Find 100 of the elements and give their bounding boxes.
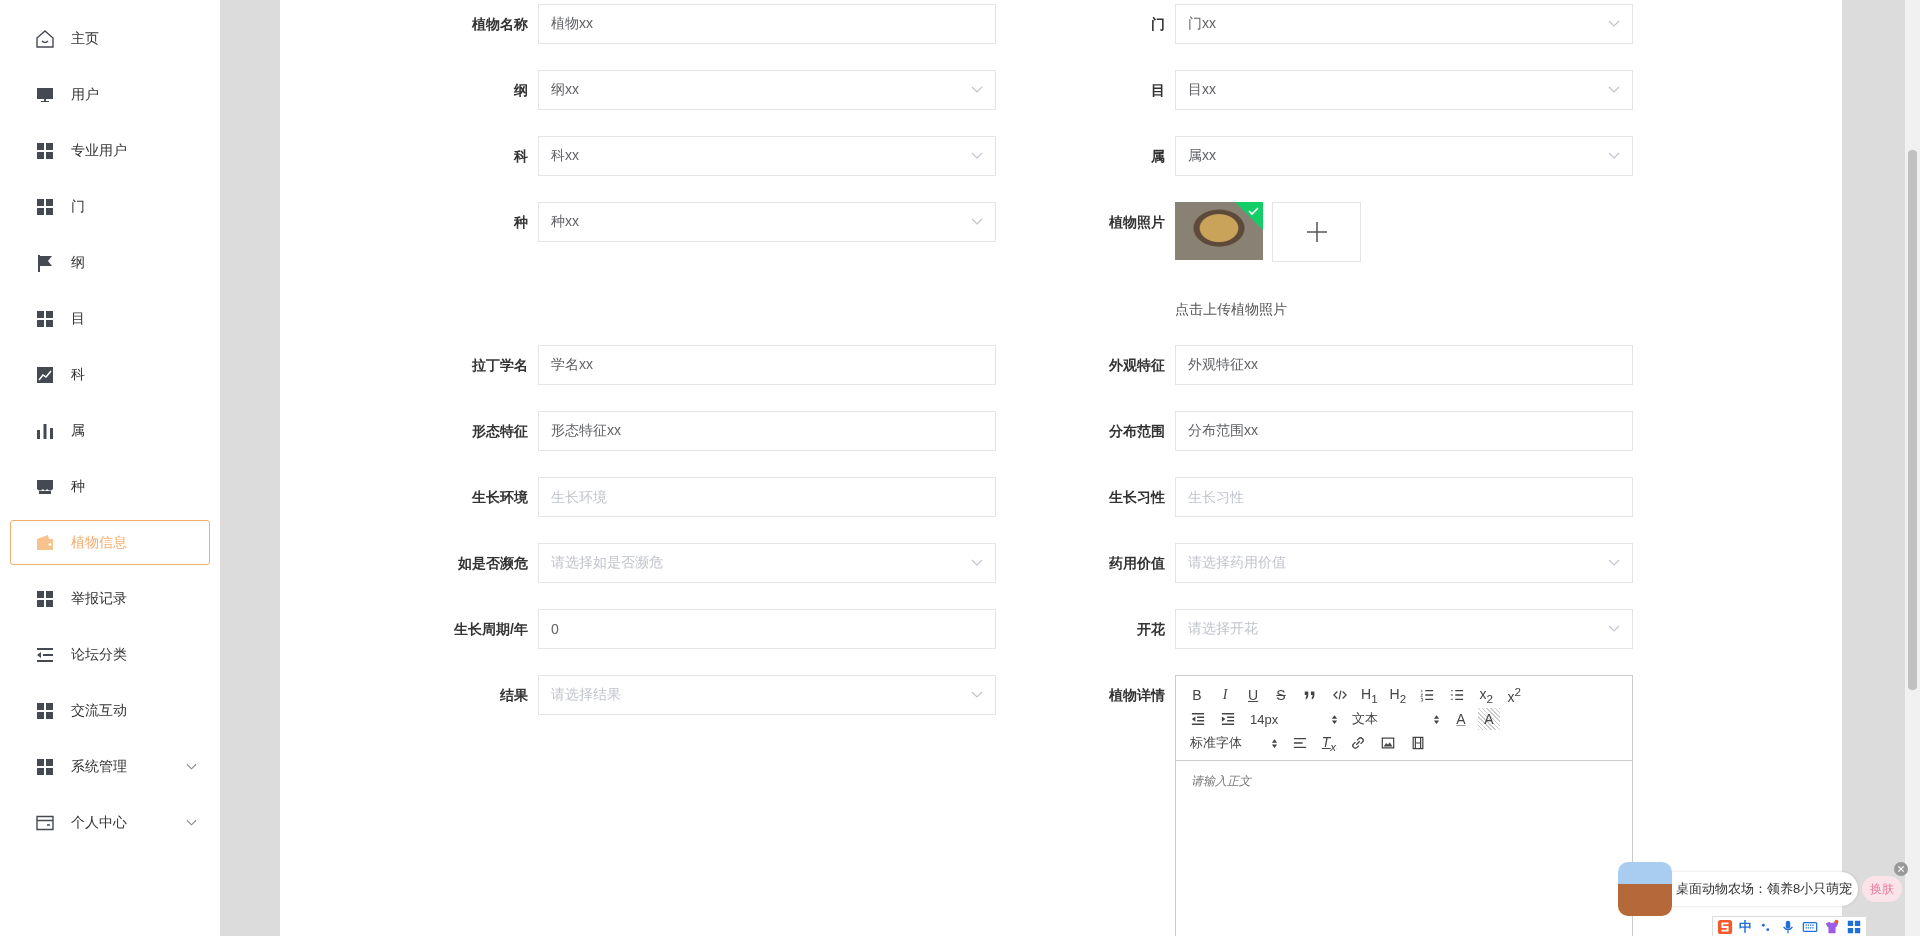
select-field[interactable]: 科xx <box>538 136 996 176</box>
select-field[interactable]: 属xx <box>1175 136 1633 176</box>
chevron-down-icon <box>971 559 983 567</box>
text-field[interactable]: 植物xx <box>538 4 996 44</box>
field-label: 药用价值 <box>1108 554 1165 573</box>
field-label: 形态特征 <box>471 422 528 441</box>
code-icon[interactable] <box>1333 688 1347 702</box>
field-label: 外观特征 <box>1108 356 1165 375</box>
toolbar-dropdown[interactable]: 文本 <box>1348 708 1444 730</box>
sidebar-item[interactable]: 论坛分类 <box>10 632 210 677</box>
text-field[interactable]: 生长环境 <box>538 477 996 517</box>
chevron-down-icon <box>971 152 983 160</box>
select-field[interactable]: 种xx <box>538 202 996 242</box>
toolbar-button[interactable]: H$_{2}$ <box>1386 684 1410 706</box>
field-label: 纲 <box>513 81 528 100</box>
chevron-down-icon <box>971 691 983 699</box>
ime-mode-button[interactable]: 中 <box>1739 918 1752 936</box>
sidebar-item[interactable]: 纲 <box>10 240 210 285</box>
text-field[interactable]: 形态特征xx <box>538 411 996 451</box>
chevron-down-icon <box>186 762 197 771</box>
text-field[interactable]: 外观特征xx <box>1175 345 1633 385</box>
chevron-down-icon <box>1608 20 1620 28</box>
toolbar-dropdown[interactable]: 14px <box>1246 708 1342 730</box>
indent-icon[interactable] <box>1221 712 1235 726</box>
dropdown-arrows-icon <box>1433 713 1440 725</box>
background-color-button[interactable]: A <box>1478 708 1500 730</box>
keyboard-icon[interactable] <box>1802 919 1818 935</box>
chevron-down-icon <box>1608 152 1620 160</box>
text-color-button[interactable]: A <box>1450 708 1472 730</box>
sidebar-item[interactable]: 用户 <box>10 72 210 117</box>
home-icon <box>35 28 55 49</box>
image-icon[interactable] <box>1381 736 1395 750</box>
grid-icon <box>35 140 55 161</box>
clear-format-button[interactable]: T$_{x}$ <box>1318 732 1340 754</box>
field-label: 科 <box>512 147 528 166</box>
shirt-icon[interactable] <box>1824 919 1840 935</box>
scrollbar-thumb[interactable] <box>1908 150 1917 690</box>
field-label: 植物详情 <box>1108 686 1165 705</box>
text-field[interactable]: 分布范围xx <box>1175 411 1633 451</box>
outdent-icon[interactable] <box>1191 712 1205 726</box>
field-label: 生长周期/年 <box>453 620 528 639</box>
sidebar-item[interactable]: 系统管理 <box>10 744 210 789</box>
strikethrough-button[interactable]: S <box>1270 684 1292 706</box>
sidebar-item[interactable]: 种 <box>10 464 210 509</box>
select-field[interactable]: 目xx <box>1175 70 1633 110</box>
toolbar-button[interactable]: H$_{1}$ <box>1358 684 1381 706</box>
field-label: 属 <box>1150 147 1165 166</box>
grid-icon <box>35 308 55 329</box>
select-field[interactable]: 纲xx <box>538 70 996 110</box>
align-icon[interactable] <box>1293 736 1307 750</box>
dropdown-arrows-icon <box>1271 737 1278 749</box>
field-label: 目 <box>1150 81 1165 100</box>
editor-content-field[interactable]: 请输入正文 <box>1176 761 1632 936</box>
field-label: 开花 <box>1136 620 1165 639</box>
sidebar-item[interactable]: 科 <box>10 352 210 397</box>
select-field[interactable]: 门xx <box>1175 4 1633 44</box>
ime-logo-icon[interactable] <box>1717 919 1733 935</box>
italic-button[interactable]: I <box>1214 684 1236 706</box>
text-field[interactable]: 学名xx <box>538 345 996 385</box>
close-icon[interactable] <box>1894 862 1908 876</box>
field-label: 门 <box>1150 15 1165 34</box>
field-label: 分布范围 <box>1108 422 1165 441</box>
sidebar-item[interactable]: 个人中心 <box>10 800 210 845</box>
sidebar-item[interactable]: 交流互动 <box>10 688 210 733</box>
dropdown-arrows-icon <box>1331 713 1338 725</box>
text-field[interactable]: 0 <box>538 609 996 649</box>
chevron-down-icon <box>1608 559 1620 567</box>
grid-icon <box>35 756 55 777</box>
field-label: 植物照片 <box>1108 213 1165 232</box>
toolbar-button[interactable]: x$_{2}$ <box>1475 684 1498 706</box>
sidebar-item[interactable]: 目 <box>10 296 210 341</box>
grid-icon <box>35 700 55 721</box>
link-icon[interactable] <box>1351 736 1365 750</box>
sidebar-item[interactable]: 主页 <box>10 16 210 61</box>
field-label: 种 <box>512 213 528 232</box>
field-label: 如是否濒危 <box>457 554 528 573</box>
grid-icon <box>35 196 55 217</box>
sidebar-item[interactable]: 门 <box>10 184 210 229</box>
video-icon[interactable] <box>1411 736 1425 750</box>
toolbar-dropdown[interactable]: 标准字体 <box>1186 732 1282 754</box>
chevron-down-icon <box>186 818 197 827</box>
line-chart-icon <box>35 364 55 385</box>
underline-button[interactable]: U <box>1242 684 1264 706</box>
toolbar-button[interactable]: x$^{2}$ <box>1503 684 1526 706</box>
chevron-down-icon <box>971 218 983 226</box>
sidebar-item[interactable]: 属 <box>10 408 210 453</box>
mascot-picture <box>1618 862 1672 916</box>
sidebar-item[interactable]: 专业用户 <box>10 128 210 173</box>
grid-icon <box>35 588 55 609</box>
upload-success-badge <box>1235 202 1263 230</box>
sidebar-item[interactable]: 举报记录 <box>10 576 210 621</box>
chevron-down-icon <box>1608 625 1620 633</box>
ordered-icon[interactable] <box>1420 688 1435 702</box>
flag-icon <box>35 252 55 273</box>
bold-button[interactable]: B <box>1186 684 1208 706</box>
bullet-icon[interactable] <box>1450 688 1465 702</box>
field-label: 植物名称 <box>471 15 528 34</box>
microphone-icon[interactable] <box>1780 919 1796 935</box>
plus-icon <box>1306 222 1327 242</box>
grid-icon[interactable] <box>1846 919 1862 935</box>
